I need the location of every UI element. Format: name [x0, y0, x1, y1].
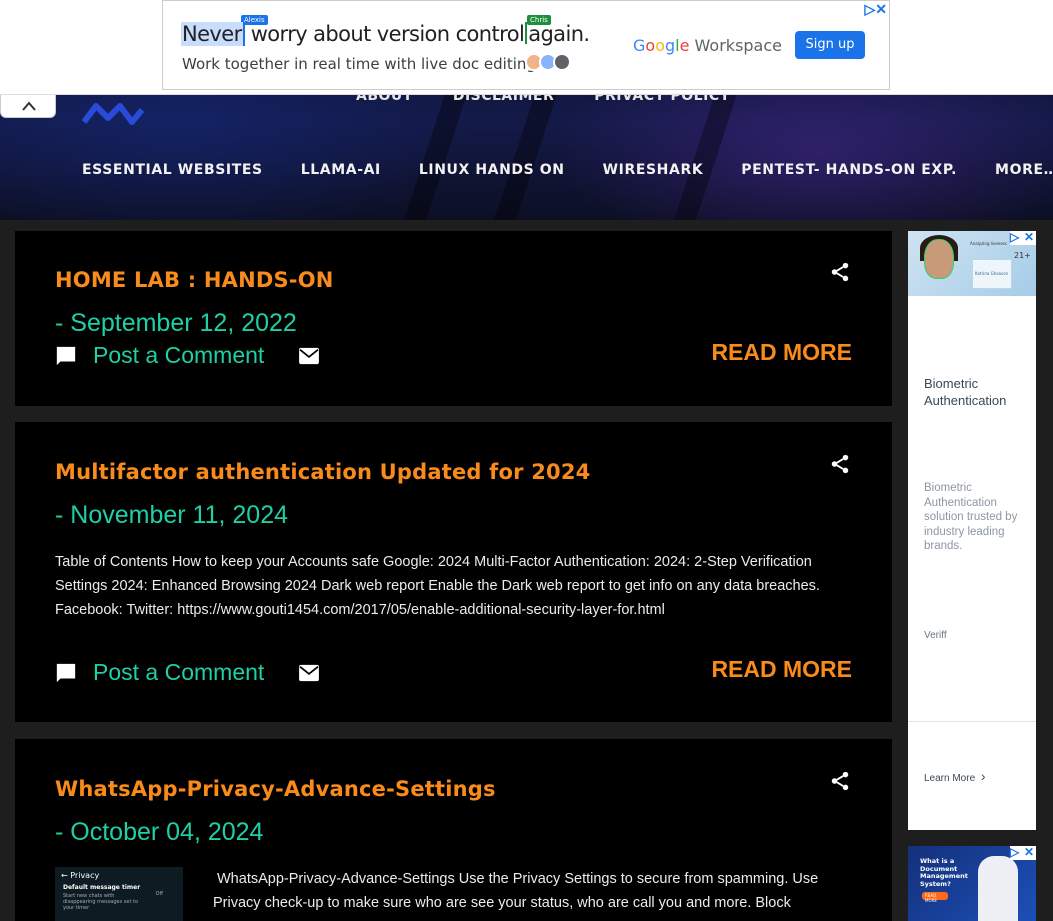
- id-card-name: Katrina Gheason: [975, 271, 1009, 276]
- top-ad-strip: Alexis Chris Never worry about version c…: [0, 0, 1053, 95]
- ad-headline-end: again.: [528, 22, 590, 46]
- ad-image: Analyzing liveness Katrina Gheason 21+ ▷…: [908, 230, 1036, 296]
- chevron-right-icon: ›: [980, 768, 986, 784]
- post-thumbnail[interactable]: ← Privacy Default message timer Start ne…: [55, 867, 183, 921]
- ad-headline-selected-word: Never: [181, 22, 245, 46]
- post-card: Multifactor authentication Updated for 2…: [15, 422, 892, 722]
- ad-choices-close-icon[interactable]: ▷✕: [865, 1, 888, 18]
- post-card: WhatsApp-Privacy-Advance-Settings - Octo…: [15, 739, 892, 921]
- collapse-ad-button[interactable]: [0, 95, 56, 118]
- nav-item-essential-websites[interactable]: ESSENTIAL WEBSITES: [82, 162, 263, 178]
- ad-subline: Work together in real time with live doc…: [182, 55, 541, 73]
- share-icon[interactable]: [829, 453, 851, 475]
- thumb-header: ← Privacy: [61, 871, 100, 880]
- sidebar-ad-2[interactable]: What is a Document Management System? RE…: [908, 846, 1036, 921]
- post-footer: Post a Comment: [55, 659, 320, 686]
- brand-workspace: Workspace: [694, 36, 782, 55]
- ad2-headline: What is a Document Management System?: [920, 857, 968, 888]
- brand-google: Google: [633, 36, 690, 55]
- email-icon[interactable]: [298, 664, 320, 682]
- post-date: - October 04, 2024: [55, 818, 264, 846]
- main-menu: ESSENTIAL WEBSITES LLAMA-AI LINUX HANDS …: [82, 162, 1053, 178]
- ad-headline: Biometric Authentication: [924, 376, 1007, 408]
- ad2-person-image: [978, 856, 1018, 921]
- thumb-setting-desc: Start new chats with disappearing messag…: [63, 893, 139, 911]
- email-icon[interactable]: [298, 347, 320, 365]
- face-scan-icon: [924, 239, 954, 279]
- ad-headline-middle: worry about version control: [250, 22, 525, 46]
- comment-icon[interactable]: [55, 345, 77, 367]
- learn-more-label: Learn More: [924, 773, 976, 784]
- ad2-button-label: READ MORE: [925, 893, 937, 903]
- chevron-up-icon: [22, 101, 36, 111]
- nav-item-llama-ai[interactable]: LLAMA-AI: [301, 162, 381, 178]
- ad-advertiser: Veriff: [924, 630, 947, 641]
- nav-item-more[interactable]: MORE…: [995, 162, 1053, 178]
- google-workspace-logo: Google Workspace: [633, 36, 782, 55]
- ad-choices-icon[interactable]: ▷: [1010, 846, 1019, 859]
- site-logo-mark: [82, 103, 145, 125]
- post-a-comment-link[interactable]: Post a Comment: [93, 659, 264, 686]
- thumb-setting: Default message timer: [63, 884, 141, 891]
- signup-button[interactable]: Sign up: [795, 31, 865, 59]
- nav-item-pentest[interactable]: PENTEST- HANDS-ON EXP.: [741, 162, 957, 178]
- nav-item-wireshark[interactable]: WIRESHARK: [603, 162, 704, 178]
- sidebar-ad[interactable]: Analyzing liveness Katrina Gheason 21+ ▷…: [908, 230, 1036, 830]
- post-card: HOME LAB : HANDS-ON - September 12, 2022…: [15, 231, 892, 406]
- divider: [908, 721, 1036, 722]
- ad2-read-more-button[interactable]: READ MORE: [922, 892, 948, 903]
- ad-controls: ▷ ✕: [1010, 230, 1036, 245]
- ad-choices-icon[interactable]: ▷: [1010, 230, 1019, 244]
- read-more-link[interactable]: READ MORE: [711, 339, 852, 366]
- nav-item-linux-hands-on[interactable]: LINUX HANDS ON: [419, 162, 565, 178]
- post-title[interactable]: Multifactor authentication Updated for 2…: [55, 460, 590, 484]
- post-title[interactable]: HOME LAB : HANDS-ON: [55, 268, 334, 292]
- age-badge: 21+: [1014, 251, 1031, 260]
- avatar: [553, 53, 571, 71]
- collaborator-avatars: [525, 53, 571, 71]
- ad-description: Biometric Authentication solution truste…: [924, 482, 1018, 552]
- read-more-link[interactable]: READ MORE: [711, 656, 852, 683]
- ad-image-caption: Analyzing liveness: [970, 241, 1007, 246]
- close-icon[interactable]: ✕: [1024, 230, 1034, 244]
- share-icon[interactable]: [829, 770, 851, 792]
- learn-more-link[interactable]: Learn More ›: [924, 768, 986, 784]
- ad-controls: ▷ ✕: [1010, 846, 1036, 860]
- ad-headline: Never worry about version control again.: [181, 22, 590, 46]
- post-footer: Post a Comment: [55, 342, 320, 369]
- top-banner-ad[interactable]: Alexis Chris Never worry about version c…: [162, 0, 890, 90]
- comment-icon[interactable]: [55, 662, 77, 684]
- post-a-comment-link[interactable]: Post a Comment: [93, 342, 264, 369]
- share-icon[interactable]: [829, 261, 851, 283]
- post-date: - November 11, 2024: [55, 501, 288, 529]
- thumb-setting-value: Off: [155, 891, 163, 897]
- post-snippet: Table of Contents How to keep your Accou…: [55, 554, 820, 618]
- close-icon[interactable]: ✕: [1024, 846, 1034, 859]
- text-cursor-icon: [525, 22, 528, 44]
- post-title[interactable]: WhatsApp-Privacy-Advance-Settings: [55, 777, 496, 801]
- post-snippet: WhatsApp-Privacy-Advance-Settings Use th…: [213, 871, 819, 911]
- post-date: - September 12, 2022: [55, 309, 297, 337]
